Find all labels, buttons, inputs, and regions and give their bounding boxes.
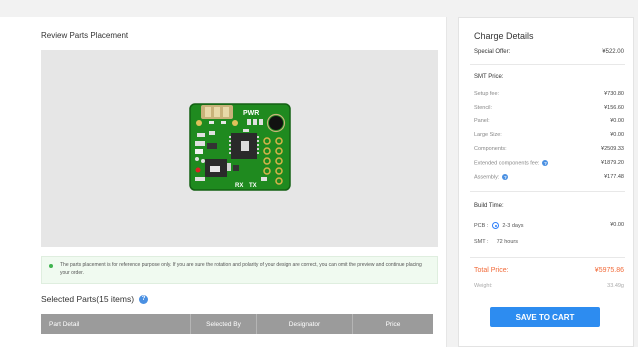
special-offer-value: ¥522.00: [602, 49, 624, 55]
question-mark-icon[interactable]: ?: [139, 294, 149, 304]
large-size-value: ¥0.00: [610, 132, 624, 138]
pcb-build-option[interactable]: 2-3 days: [502, 223, 523, 229]
info-icon[interactable]: ?: [502, 174, 509, 180]
charge-row-panel: Panel: ¥0.00: [474, 118, 624, 124]
build-time-label: Build Time:: [474, 203, 504, 209]
setup-fee-label: Setup fee:: [474, 91, 500, 97]
selected-parts-heading: Selected Parts(15 items) ?: [41, 294, 149, 304]
column-header-price: Price: [385, 320, 401, 328]
charge-row-components: Components: ¥2509.33: [474, 146, 624, 152]
pcb-build-row: PCB : 2-3 days ¥0.00: [474, 222, 624, 229]
stencil-label: Stencil:: [474, 105, 493, 111]
special-offer-row: Special Offer: ¥522.00: [474, 49, 624, 55]
pcb-build-option-group: PCB : 2-3 days: [474, 222, 523, 229]
info-icon[interactable]: ?: [542, 160, 549, 166]
panel-label: Panel:: [474, 118, 490, 124]
notice-dot-icon: [49, 264, 53, 268]
components-label: Components:: [474, 146, 507, 152]
pcb-pwr-label: PWR: [243, 110, 259, 117]
parts-placement-preview[interactable]: PWR RX TX: [41, 50, 438, 247]
parts-table-header: Part Detail Selected By Designator Price: [41, 314, 433, 334]
divider: [470, 257, 625, 258]
extended-fee-value: ¥1879.20: [601, 160, 624, 166]
selected-parts-title: Selected Parts(15 items): [41, 294, 135, 304]
weight-row: Weight: 33.49g: [474, 283, 624, 289]
charge-details-title: Charge Details: [474, 31, 534, 41]
smt-build-value: 72 hours: [496, 239, 518, 245]
divider: [470, 64, 625, 65]
column-header-designator: Designator: [257, 314, 353, 334]
charge-details-panel: [458, 17, 634, 347]
stencil-value: ¥156.60: [604, 105, 624, 111]
assembly-label-group: Assembly:?: [474, 174, 509, 181]
special-offer-label: Special Offer:: [474, 49, 511, 55]
total-price-row: Total Price: ¥5975.86: [474, 267, 624, 274]
charge-row-stencil: Stencil: ¥156.60: [474, 105, 624, 111]
panel-value: ¥0.00: [610, 118, 624, 124]
pcb-build-value: ¥0.00: [610, 222, 624, 228]
smt-price-label: SMT Price:: [474, 74, 504, 80]
weight-value: 33.49g: [607, 283, 624, 289]
save-to-cart-button[interactable]: SAVE TO CART: [490, 307, 600, 327]
extended-fee-label-group: Extended components fee:?: [474, 160, 549, 167]
notice-text: The parts placement is for reference pur…: [60, 262, 422, 276]
pcb-tx-label: TX: [249, 183, 257, 189]
pcb-board-image: PWR RX TX: [189, 103, 291, 191]
divider: [470, 191, 625, 192]
charge-row-assembly: Assembly:? ¥177.48: [474, 174, 624, 180]
charge-row-extended-fee: Extended components fee:? ¥1879.20: [474, 160, 624, 166]
pcb-rx-label: RX: [235, 183, 243, 189]
total-price-value: ¥5975.86: [594, 267, 624, 274]
review-parts-title: Review Parts Placement: [41, 31, 129, 40]
total-price-label: Total Price:: [474, 267, 509, 274]
assembly-label: Assembly:: [474, 174, 500, 181]
column-header-selected-by: Selected By: [191, 314, 257, 334]
smt-build-row: SMT : 72 hours: [474, 239, 518, 245]
placement-notice: The parts placement is for reference pur…: [41, 256, 438, 284]
pcb-2-3-days-radio[interactable]: [492, 222, 500, 229]
setup-fee-value: ¥730.80: [604, 91, 624, 97]
components-value: ¥2509.33: [601, 146, 624, 152]
column-header-part-detail: Part Detail: [41, 314, 191, 334]
charge-row-setup-fee: Setup fee: ¥730.80: [474, 91, 624, 97]
smt-build-label: SMT :: [474, 239, 489, 245]
assembly-value: ¥177.48: [604, 174, 624, 180]
weight-label: Weight:: [474, 283, 493, 289]
pcb-build-label: PCB :: [474, 222, 489, 229]
charge-row-large-size: Large Size: ¥0.00: [474, 132, 624, 138]
extended-fee-label: Extended components fee:: [474, 160, 540, 167]
large-size-label: Large Size:: [474, 132, 502, 138]
